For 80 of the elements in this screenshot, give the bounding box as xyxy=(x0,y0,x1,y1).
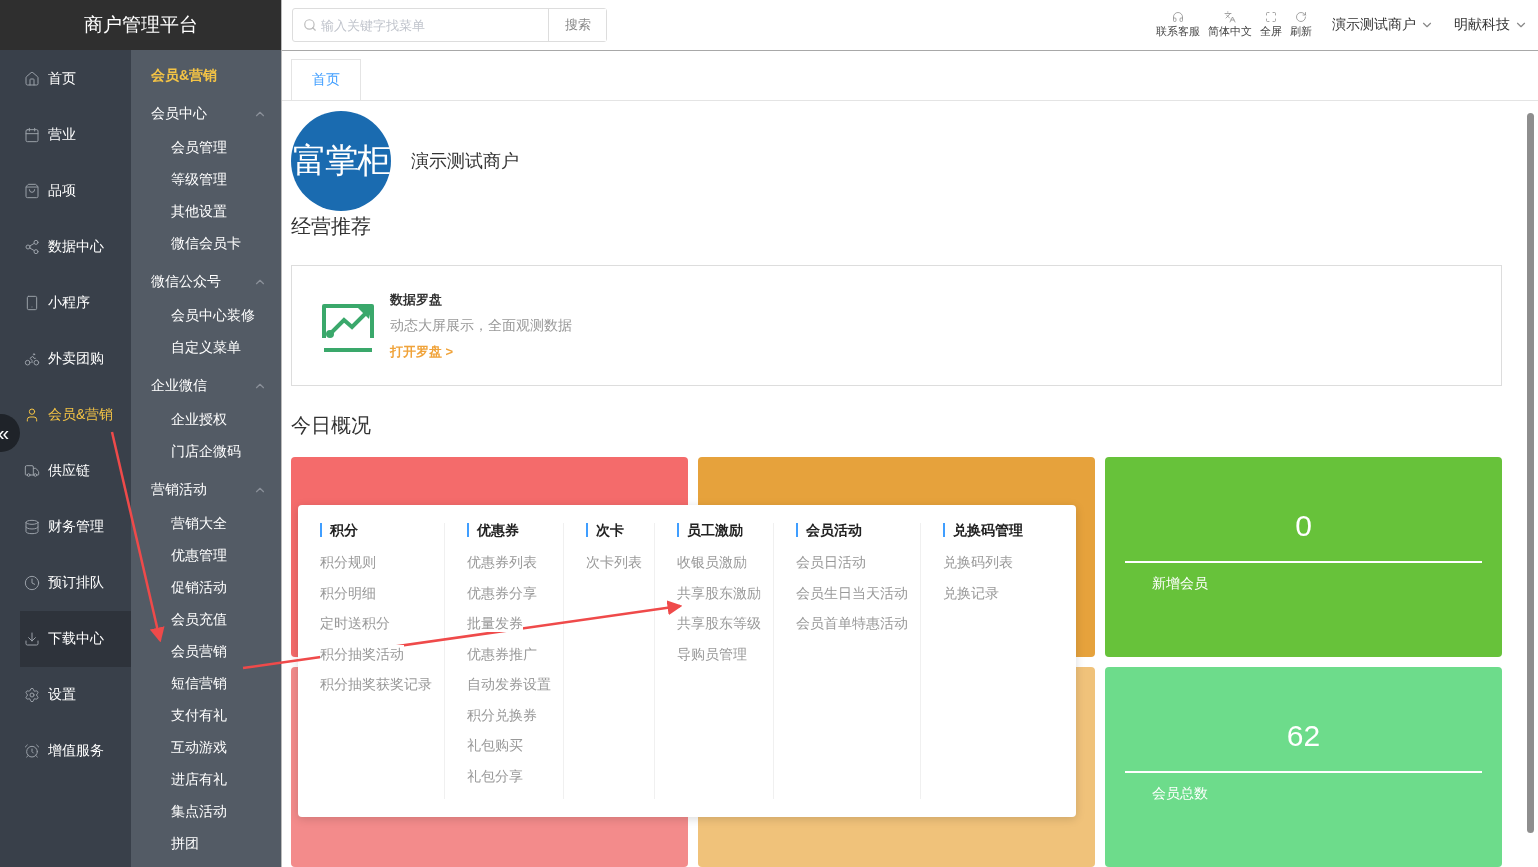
bike-icon xyxy=(24,351,40,367)
sidebar-item[interactable]: 财务管理 xyxy=(20,499,131,555)
refresh-icon xyxy=(1295,11,1307,23)
headset-icon xyxy=(1172,11,1184,23)
home-icon xyxy=(24,71,40,87)
submenu-item[interactable]: 会员充值 xyxy=(131,603,281,635)
sidebar-item[interactable]: 营业 xyxy=(20,107,131,163)
sidebar-item[interactable]: 供应链 xyxy=(20,443,131,499)
submenu-title: 会员&营销 xyxy=(150,66,219,85)
section-title: 经营推荐 xyxy=(291,214,372,239)
submenu-item[interactable]: 拼团 xyxy=(131,827,281,859)
submenu-item[interactable]: 营销大全 xyxy=(131,507,281,539)
download-icon xyxy=(24,631,40,647)
submenu-group[interactable]: 微信公众号 xyxy=(131,264,281,299)
account-dropdown[interactable]: 明献科技 xyxy=(1454,16,1528,34)
translate-icon xyxy=(1224,11,1236,23)
stat-label: 会员总数 xyxy=(1152,785,1208,803)
account-dropdown[interactable]: 演示测试商户 xyxy=(1332,16,1434,34)
truck-icon xyxy=(24,463,40,479)
user-icon xyxy=(24,407,40,423)
submenu-item[interactable]: 门店企微码 xyxy=(131,435,281,467)
stat-label: 新增会员 xyxy=(1152,575,1208,593)
toolbar-button[interactable]: 简体中文 xyxy=(1208,11,1252,39)
menu-group-title: 兑换码管理 xyxy=(943,523,1023,537)
submenu-item[interactable]: 优惠管理 xyxy=(131,539,281,571)
sidebar-item[interactable]: 小程序 xyxy=(20,275,131,331)
toolbar-button[interactable]: 全屏 xyxy=(1260,11,1282,39)
sidebar-item[interactable]: 设置 xyxy=(20,667,131,723)
menu-group-title: 优惠券 xyxy=(467,523,551,537)
submenu-item[interactable]: 支付有礼 xyxy=(131,699,281,731)
phone-icon xyxy=(24,295,40,311)
submenu-item[interactable]: 互动游戏 xyxy=(131,731,281,763)
sidebar-item[interactable]: 下载中心 xyxy=(20,611,131,667)
card-description: 动态大屏展示，全面观测数据 xyxy=(390,316,572,335)
sidebar-item[interactable]: 会员&营销 xyxy=(20,387,131,443)
submenu-item[interactable]: 集点活动 xyxy=(131,795,281,827)
submenu-item[interactable]: 促销活动 xyxy=(131,571,281,603)
submenu-item[interactable]: 进店有礼 xyxy=(131,763,281,795)
app-title: 商户管理平台 xyxy=(0,0,281,50)
submenu-item[interactable]: 等级管理 xyxy=(131,163,281,195)
fullscreen-icon xyxy=(1265,11,1277,23)
stat-value: 0 xyxy=(1295,509,1312,543)
sidebar-item[interactable]: 预订排队 xyxy=(20,555,131,611)
stat-value: 62 xyxy=(1286,719,1321,753)
toolbar-button[interactable]: 联系客服 xyxy=(1156,11,1200,39)
toolbar-button[interactable]: 刷新 xyxy=(1290,11,1312,39)
submenu-item[interactable]: 企业授权 xyxy=(131,403,281,435)
submenu-item[interactable]: 自定义菜单 xyxy=(131,331,281,363)
card-title: 数据罗盘 xyxy=(390,290,443,309)
sidebar-item[interactable]: 增值服务 xyxy=(20,723,131,779)
sidebar-item[interactable]: 首页 xyxy=(20,51,131,107)
submenu-item[interactable]: 会员中心装修 xyxy=(131,299,281,331)
clock-icon xyxy=(24,575,40,591)
submenu-item[interactable]: 会员营销 xyxy=(131,635,281,667)
submenu-item[interactable]: 短信营销 xyxy=(131,667,281,699)
submenu-group[interactable]: 企业微信 xyxy=(131,368,281,403)
submenu-item[interactable]: 微信会员卡 xyxy=(131,227,281,259)
submenu-group[interactable]: 会员中心 xyxy=(131,96,281,131)
bag-icon xyxy=(24,183,40,199)
sidebar-item[interactable]: 品项 xyxy=(20,163,131,219)
alarm-clock-icon xyxy=(24,743,40,759)
search-field[interactable]: 输入关键字找菜单 搜索 xyxy=(292,8,607,42)
search-icon xyxy=(303,18,317,32)
menu-group-title: 次卡 xyxy=(586,523,642,537)
menu-group-title: 会员活动 xyxy=(796,523,908,537)
section-title: 今日概况 xyxy=(291,413,372,438)
sidebar-item[interactable]: 数据中心 xyxy=(20,219,131,275)
search-button[interactable]: 搜索 xyxy=(548,9,606,41)
calendar-icon xyxy=(24,127,40,143)
settings-icon xyxy=(24,687,40,703)
menu-group-title: 积分 xyxy=(320,523,432,537)
menu-group-title: 员工激励 xyxy=(677,523,761,537)
sidebar-item[interactable]: 外卖团购 xyxy=(20,331,131,387)
share-icon xyxy=(24,239,40,255)
submenu-item[interactable]: 其他设置 xyxy=(131,195,281,227)
submenu-item[interactable]: 会员管理 xyxy=(131,131,281,163)
merchant-logo: 富掌柜 xyxy=(291,111,391,211)
merchant-name: 演示测试商户 xyxy=(411,150,519,173)
submenu-group[interactable]: 营销活动 xyxy=(131,472,281,507)
database-icon xyxy=(24,519,40,535)
